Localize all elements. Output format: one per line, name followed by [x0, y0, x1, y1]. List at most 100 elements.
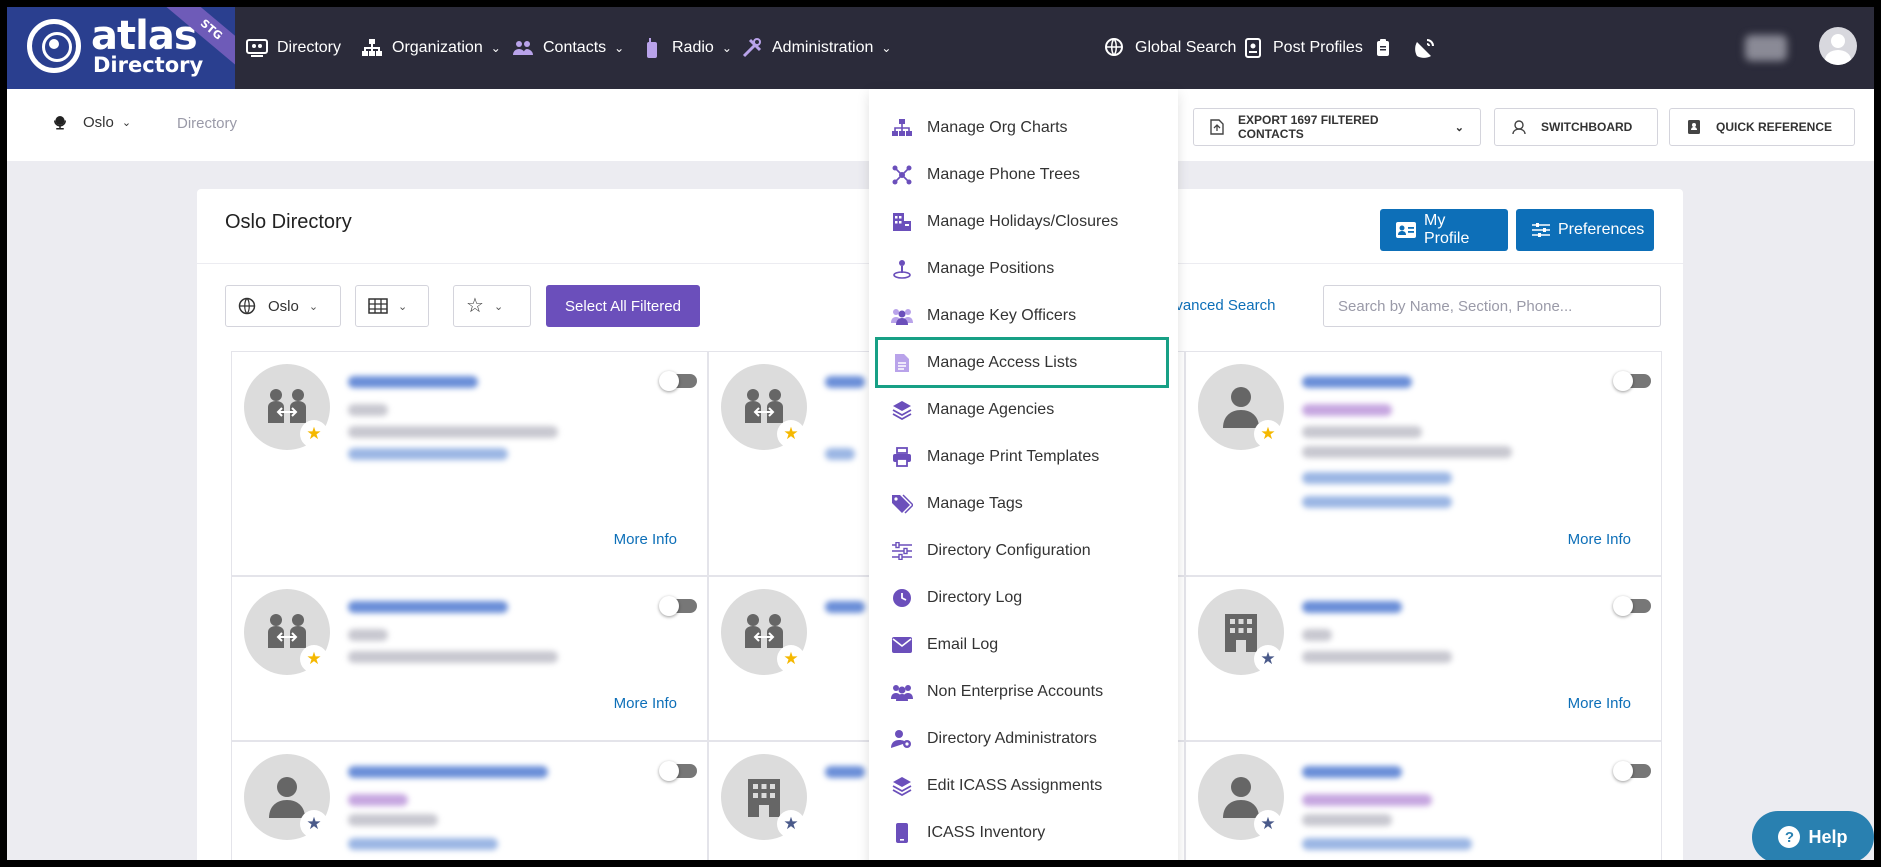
chevron-down-icon: ⌄	[1454, 121, 1464, 134]
view-mode-filter[interactable]: ⌄	[355, 285, 429, 327]
favorites-filter[interactable]: ☆ ⌄	[453, 285, 531, 327]
nav-radio-label: Radio	[672, 39, 714, 56]
favorite-star-icon[interactable]: ★	[777, 420, 805, 448]
contact-detail-blurred	[348, 814, 438, 826]
nav-global-search[interactable]: Global Search	[1103, 7, 1236, 89]
nav-directory[interactable]: Directory	[245, 7, 341, 89]
menu-item-manage-key-officers[interactable]: Manage Key Officers	[869, 295, 1178, 337]
globe-icon	[238, 297, 256, 315]
key-officers-icon	[891, 305, 913, 327]
chevron-down-icon: ⌄	[398, 300, 408, 313]
favorite-star-icon[interactable]: ★	[777, 810, 805, 838]
location-selector[interactable]: Oslo ⌄	[51, 113, 131, 131]
location-filter[interactable]: Oslo ⌄	[225, 285, 341, 327]
menu-item-manage-agencies[interactable]: Manage Agencies	[869, 389, 1178, 431]
favorite-star-icon[interactable]: ★	[1254, 645, 1282, 673]
quick-reference-button[interactable]: QUICK REFERENCE	[1669, 108, 1855, 146]
globe-search-icon	[1103, 36, 1127, 60]
contact-card[interactable]: ★ More Info	[1185, 351, 1662, 576]
favorite-star-icon[interactable]: ★	[1254, 810, 1282, 838]
nav-directory-label: Directory	[277, 39, 342, 56]
nav-administration[interactable]: Administration ⌄	[740, 7, 891, 89]
favorite-star-icon[interactable]: ★	[1254, 420, 1282, 448]
more-info-link[interactable]: More Info	[1568, 531, 1631, 548]
headset-user-icon	[1511, 119, 1527, 135]
select-toggle[interactable]	[1613, 761, 1651, 781]
table-grid-icon	[368, 298, 388, 314]
select-toggle[interactable]	[1613, 596, 1651, 616]
favorite-star-icon[interactable]: ★	[777, 645, 805, 673]
select-all-filtered-button[interactable]: Select All Filtered	[546, 285, 700, 327]
contact-detail-blurred	[1302, 794, 1432, 806]
search-input[interactable]	[1323, 285, 1661, 327]
contact-group-icon	[268, 614, 306, 648]
star-outline-icon: ☆	[466, 295, 484, 317]
contact-detail-blurred	[348, 794, 408, 806]
org-chart-icon	[891, 117, 913, 139]
broadcast-button[interactable]	[1413, 7, 1445, 89]
sliders-icon	[1532, 222, 1550, 238]
nav-organization[interactable]: Organization ⌄	[360, 7, 501, 89]
contact-card[interactable]: ★ More Info	[231, 576, 708, 741]
file-export-icon	[1210, 119, 1224, 135]
nav-post-profiles[interactable]: Post Profiles	[1241, 7, 1363, 89]
menu-item-directory-configuration[interactable]: Directory Configuration	[869, 530, 1178, 572]
clock-icon	[891, 587, 913, 609]
menu-item-label: Manage Agencies	[927, 401, 1055, 418]
favorite-star-icon[interactable]: ★	[300, 420, 328, 448]
select-toggle[interactable]	[659, 371, 697, 391]
menu-item-non-enterprise-accounts[interactable]: Non Enterprise Accounts	[869, 671, 1178, 713]
my-profile-button[interactable]: My Profile	[1380, 209, 1508, 251]
monitor-users-icon	[245, 36, 269, 60]
brand-logo[interactable]: atlas Directory STG	[7, 7, 235, 89]
preferences-button[interactable]: Preferences	[1516, 209, 1654, 251]
menu-item-manage-tags[interactable]: Manage Tags	[869, 483, 1178, 525]
menu-item-manage-print-templates[interactable]: Manage Print Templates	[869, 436, 1178, 478]
menu-item-manage-holidays-closures[interactable]: Manage Holidays/Closures	[869, 201, 1178, 243]
contact-card[interactable]: ★ More Info	[231, 351, 708, 576]
selection-highlight	[875, 337, 1169, 388]
contact-card[interactable]: ★ More Info	[1185, 576, 1662, 741]
menu-item-edit-icass-assignments[interactable]: Edit ICASS Assignments	[869, 765, 1178, 807]
select-toggle[interactable]	[659, 596, 697, 616]
advanced-search-link[interactable]: dvanced Search	[1167, 297, 1275, 314]
menu-item-manage-org-charts[interactable]: Manage Org Charts	[869, 107, 1178, 149]
contact-name-blurred	[1302, 766, 1402, 778]
menu-item-icass-inventory[interactable]: ICASS Inventory	[869, 812, 1178, 854]
menu-item-email-log[interactable]: Email Log	[869, 624, 1178, 666]
menu-item-label: Manage Phone Trees	[927, 166, 1080, 183]
favorite-star-icon[interactable]: ★	[300, 810, 328, 838]
breadcrumb[interactable]: Directory	[177, 115, 237, 132]
contact-detail-blurred	[348, 426, 558, 438]
export-contacts-button[interactable]: EXPORT 1697 FILTERED CONTACTS ⌄	[1193, 108, 1481, 146]
menu-item-directory-log[interactable]: Directory Log	[869, 577, 1178, 619]
radio-icon	[640, 36, 664, 60]
location-filter-label: Oslo	[268, 297, 299, 315]
more-info-link[interactable]: More Info	[614, 695, 677, 712]
contact-name-blurred	[1302, 376, 1412, 388]
select-toggle[interactable]	[1613, 371, 1651, 391]
help-button[interactable]: ? Help	[1752, 811, 1874, 860]
favorite-star-icon[interactable]: ★	[300, 645, 328, 673]
more-info-link[interactable]: More Info	[1568, 695, 1631, 712]
contact-card[interactable]: ★	[1185, 741, 1662, 860]
contact-phone-blurred	[348, 448, 508, 460]
clipboard-button[interactable]	[1371, 7, 1403, 89]
more-info-link[interactable]: More Info	[614, 531, 677, 548]
switchboard-button[interactable]: SWITCHBOARD	[1494, 108, 1658, 146]
contact-email-blurred	[348, 838, 498, 850]
nav-radio[interactable]: Radio ⌄	[640, 7, 732, 89]
user-avatar[interactable]	[1819, 27, 1857, 65]
select-toggle[interactable]	[659, 761, 697, 781]
building-calendar-icon	[891, 211, 913, 233]
person-icon	[269, 777, 305, 818]
nav-contacts[interactable]: Contacts ⌄	[511, 7, 624, 89]
menu-item-manage-positions[interactable]: Manage Positions	[869, 248, 1178, 290]
chevron-down-icon: ⌄	[308, 300, 319, 313]
contact-card[interactable]: ★	[231, 741, 708, 860]
menu-item-directory-administrators[interactable]: Directory Administrators	[869, 718, 1178, 760]
printer-icon	[891, 446, 913, 468]
layers-icon	[891, 775, 913, 797]
menu-item-manage-phone-trees[interactable]: Manage Phone Trees	[869, 154, 1178, 196]
menu-item-label: Non Enterprise Accounts	[927, 683, 1104, 700]
